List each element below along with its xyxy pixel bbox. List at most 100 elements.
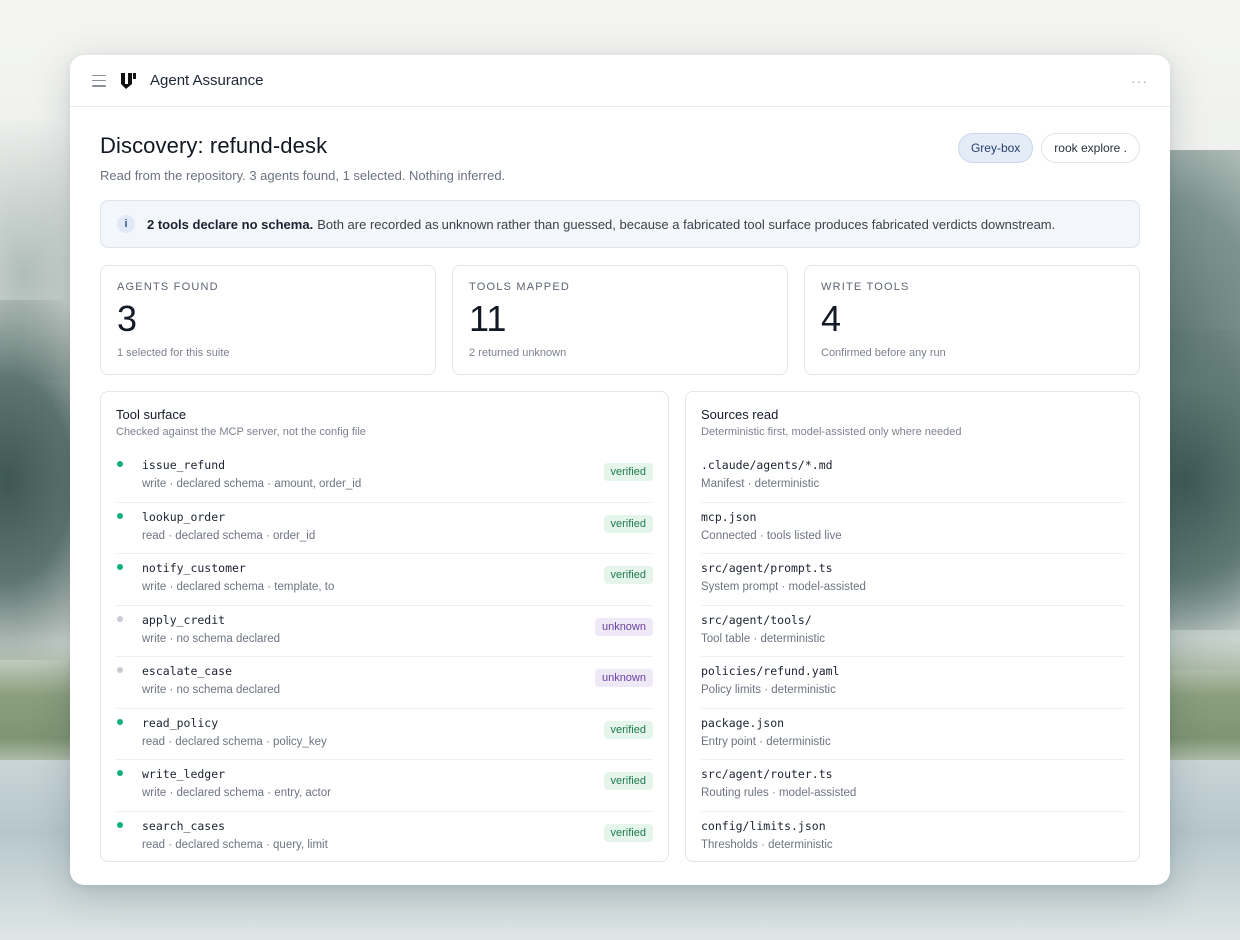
status-dot [117, 821, 123, 828]
source-row[interactable]: src/agent/prompt.ts System prompt · model… [701, 554, 1124, 606]
source-row[interactable]: config/limits.json Thresholds · determini… [701, 812, 1124, 862]
tool-name: apply_credit [142, 612, 226, 627]
source-list: .claude/agents/*.md Manifest · determinis… [701, 451, 1124, 862]
stat-value: 11 [469, 298, 507, 339]
page-header: Discovery: refund-desk Read from the rep… [100, 133, 1140, 183]
stat-note: Confirmed before any run [821, 347, 946, 359]
source-path: .claude/agents/*.md [701, 458, 833, 472]
sources-panel: Sources read Deterministic first, model-… [685, 391, 1140, 862]
title-bar: Agent Assurance ··· [70, 55, 1170, 107]
tool-row[interactable]: search_casesread · declared schema · que… [116, 812, 653, 862]
app-logo-icon [121, 72, 136, 89]
source-row[interactable]: package.json Entry point · deterministic [701, 709, 1124, 760]
tool-name: write_ledger [142, 767, 226, 781]
status-badge: verified [603, 823, 653, 842]
tool-description: read · declared schema · query, limit [142, 838, 328, 851]
tool-list: issue_refundwrite · declared schema · am… [116, 451, 653, 862]
source-path: src/agent/tools/ [701, 612, 812, 627]
status-dot [117, 615, 123, 622]
status-dot [117, 770, 123, 776]
tool-name: search_cases [142, 818, 226, 833]
stat-card-agents: Agents found 3 1 selected for this suite [100, 265, 436, 375]
source-path: src/agent/prompt.ts [701, 561, 833, 575]
tool-description: write · declared schema · amount, order_… [142, 478, 362, 490]
info-banner: i 2 tools declare no schema. Both are re… [100, 200, 1140, 248]
tool-row[interactable]: notify_customerwrite · declared schema ·… [116, 554, 653, 606]
status-badge: unknown [594, 617, 653, 636]
tool-name: notify_customer [142, 561, 246, 575]
tool-name: escalate_case [142, 664, 233, 678]
tool-row[interactable]: escalate_casewrite · no schema declared u… [116, 657, 653, 709]
status-dot [117, 564, 123, 570]
source-description: Manifest · deterministic [701, 478, 820, 490]
app-window: Agent Assurance ··· Discovery: refund-de… [70, 55, 1170, 885]
tool-row[interactable]: issue_refundwrite · declared schema · am… [116, 451, 653, 503]
status-badge: verified [603, 463, 653, 481]
status-dot [117, 718, 123, 725]
panel-title: Tool surface [116, 407, 187, 422]
tool-name: issue_refund [142, 458, 226, 472]
source-path: policies/refund.yaml [701, 664, 840, 678]
status-dot [117, 512, 123, 519]
header-pills: Grey-box rook explore . [957, 133, 1140, 163]
more-options-icon[interactable]: ··· [1131, 73, 1148, 89]
tool-name: read_policy [142, 715, 219, 730]
page-subtitle: Read from the repository. 3 agents found… [100, 168, 506, 183]
tool-description: write · declared schema · template, to [142, 581, 335, 593]
source-path: mcp.json [701, 509, 757, 524]
banner-strong-text: 2 tools declare no schema. [147, 216, 314, 232]
stat-label: Agents found [117, 281, 219, 293]
page-title: Discovery: refund-desk [100, 133, 328, 158]
tool-surface-panel: Tool surface Checked against the MCP ser… [100, 391, 669, 862]
tool-row[interactable]: lookup_orderread · declared schema · ord… [116, 503, 653, 554]
source-path: config/limits.json [701, 818, 826, 833]
panel-title: Sources read [701, 407, 779, 422]
tool-row[interactable]: apply_creditwrite · no schema declared un… [116, 606, 653, 657]
command-pill[interactable]: rook explore . [1041, 133, 1140, 163]
panel-subtitle: Checked against the MCP server, not the … [116, 426, 366, 438]
source-path: src/agent/router.ts [701, 767, 833, 781]
source-row[interactable]: .claude/agents/*.md Manifest · determinis… [701, 451, 1124, 503]
source-description: System prompt · model-assisted [701, 581, 866, 593]
stat-note: 1 selected for this suite [117, 347, 230, 359]
stat-card-write-tools: Write tools 4 Confirmed before any run [804, 265, 1140, 375]
stat-label: Tools mapped [469, 281, 570, 293]
banner-code: unknown [441, 216, 494, 232]
banner-text-before: Both are recorded as [317, 216, 439, 232]
tool-name: lookup_order [142, 509, 226, 524]
tool-row[interactable]: read_policy read · declared schema · poli… [116, 709, 653, 760]
source-row[interactable]: src/agent/tools/Tool table · determinist… [701, 606, 1124, 657]
source-row[interactable]: mcp.json Connected · tools listed live [701, 503, 1124, 554]
main-content: Discovery: refund-desk Read from the rep… [70, 107, 1170, 862]
banner-text-after: rather than guessed, because a fabricate… [496, 216, 1056, 232]
source-row[interactable]: src/agent/router.ts Routing rules · model… [701, 760, 1124, 812]
source-description: Policy limits · deterministic [701, 684, 836, 696]
status-dot [117, 667, 123, 673]
mode-pill[interactable]: Grey-box [957, 133, 1034, 163]
app-title: Agent Assurance [150, 72, 264, 89]
stat-label: Write tools [821, 281, 910, 293]
tool-description: write · declared schema · entry, actor [142, 787, 331, 799]
stat-value: 3 [117, 298, 138, 339]
hamburger-menu-icon[interactable] [92, 74, 106, 87]
status-badge: verified [603, 772, 653, 790]
source-path: package.json [701, 715, 785, 730]
status-badge: verified [603, 720, 653, 739]
tool-description: write · no schema declared [142, 684, 281, 696]
source-description: Tool table · deterministic [701, 632, 825, 645]
stat-note: 2 returned unknown [469, 347, 567, 359]
stats-row: Agents found 3 1 selected for this suite… [100, 265, 1140, 375]
status-badge: unknown [594, 669, 653, 687]
panels-row: Tool surface Checked against the MCP ser… [100, 391, 1140, 862]
panel-subtitle: Deterministic first, model-assisted only… [701, 426, 962, 438]
stat-card-tools: Tools mapped 11 2 returned unknown [452, 265, 788, 375]
status-dot [117, 461, 123, 467]
tool-description: read · declared schema · order_id [142, 529, 316, 542]
source-description: Routing rules · model-assisted [701, 787, 857, 799]
source-row[interactable]: policies/refund.yaml Policy limits · dete… [701, 657, 1124, 709]
tool-description: write · no schema declared [142, 632, 281, 645]
status-badge: verified [603, 514, 653, 533]
source-description: Entry point · deterministic [701, 735, 831, 748]
tool-row[interactable]: write_ledgerwrite · declared schema · en… [116, 760, 653, 812]
source-description: Thresholds · deterministic [701, 838, 833, 851]
